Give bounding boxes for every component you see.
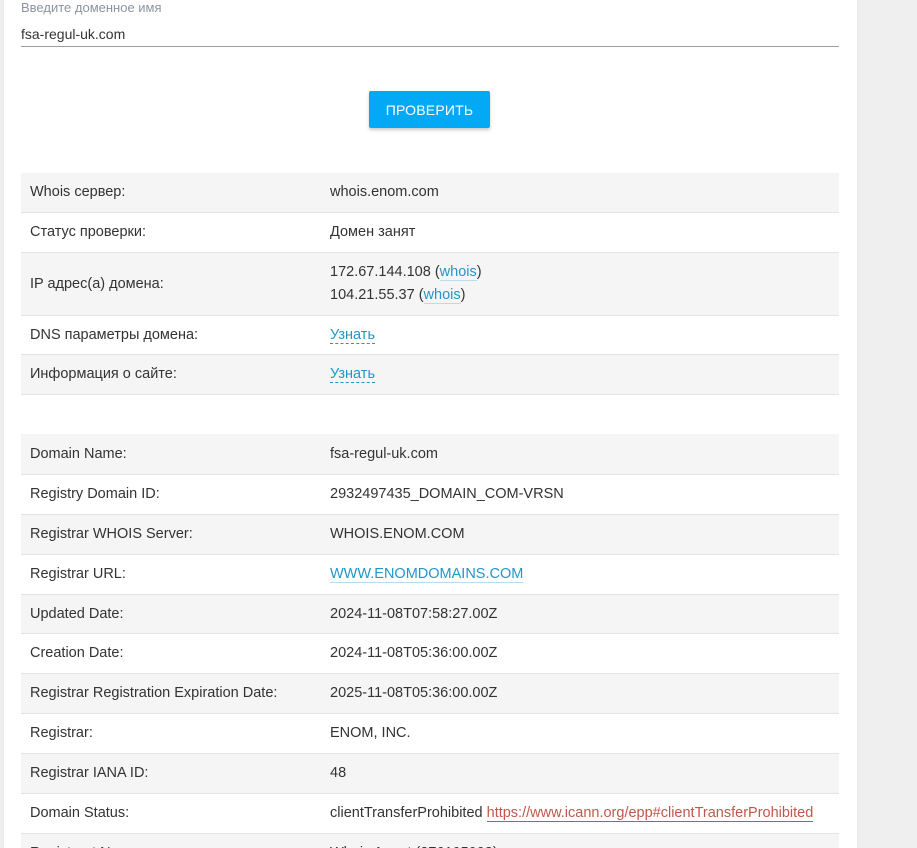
whois-row-value: Whois Agent (276105098) [321,833,839,848]
whois-row-label: Registrar Registration Expiration Date: [21,673,321,714]
whois-row-label: Creation Date: [21,633,321,674]
whois-row-label: Registrar: [21,713,321,754]
table-row: Creation Date: 2024-11-08T05:36:00.00Z [21,633,839,674]
ip-address: 172.67.144.108 [330,263,431,280]
table-row: Registrar Registration Expiration Date: … [21,673,839,714]
summary-table: Whois сервер: whois.enom.com Статус пров… [21,173,839,395]
whois-row-label: Registrar IANA ID: [21,753,321,794]
ip-value: 172.67.144.108 (whois) 104.21.55.37 (who… [321,252,839,316]
status-value: Домен занят [321,212,839,253]
ip-entry: 104.21.55.37 (whois) [330,286,466,304]
site-info-link[interactable]: Узнать [330,366,375,383]
ip-whois-link[interactable]: whois [423,286,461,304]
table-row: Registrar URL: WWW.ENOMDOMAINS.COM [21,554,839,595]
ip-entry: 172.67.144.108 (whois) [330,263,482,281]
table-row: Статус проверки: Домен занят [21,212,839,253]
table-row: Registrar: ENOM, INC. [21,713,839,754]
table-row: Registry Domain ID: 2932497435_DOMAIN_CO… [21,474,839,515]
whois-row-label: Registrar URL: [21,554,321,595]
table-row: IP адрес(а) домена: 172.67.144.108 (whoi… [21,252,839,316]
whois-row-label: Domain Status: [21,793,321,834]
dns-link[interactable]: Узнать [330,326,375,344]
table-row: Domain Status: clientTransferProhibited … [21,793,839,834]
whois-row-value: fsa-regul-uk.com [321,434,839,475]
whois-server-label: Whois сервер: [21,173,321,213]
domain-input[interactable] [21,22,839,47]
ip-whois-link[interactable]: whois [439,263,477,281]
whois-table: Domain Name: fsa-regul-uk.com Registry D… [21,434,839,848]
whois-row-value: 2025-11-08T05:36:00.00Z [321,673,839,714]
table-row: DNS параметры домена: Узнать [21,315,839,355]
ip-address: 104.21.55.37 [330,286,415,303]
whois-row-value: WHOIS.ENOM.COM [321,514,839,555]
whois-card: Введите доменное имя ПРОВЕРИТЬ Whois сер… [4,0,857,848]
domain-status-link[interactable]: https://www.icann.org/epp#clientTransfer… [486,805,814,822]
table-row: Registrant Name: Whois Agent (276105098) [21,833,839,848]
whois-server-value: whois.enom.com [321,173,839,213]
whois-row-label: Updated Date: [21,594,321,634]
whois-row-value: ENOM, INC. [321,713,839,754]
whois-row-value: 2932497435_DOMAIN_COM-VRSN [321,474,839,515]
whois-row-label: Registrant Name: [21,833,321,848]
registrar-url-link[interactable]: WWW.ENOMDOMAINS.COM [330,566,524,583]
whois-row-label: Registrar WHOIS Server: [21,514,321,555]
table-row: Whois сервер: whois.enom.com [21,173,839,213]
ip-label: IP адрес(а) домена: [21,252,321,316]
whois-row-label: Registry Domain ID: [21,474,321,515]
table-row: Registrar IANA ID: 48 [21,753,839,794]
whois-row-value: 2024-11-08T07:58:27.00Z [321,594,839,634]
table-row: Registrar WHOIS Server: WHOIS.ENOM.COM [21,514,839,555]
table-row: Domain Name: fsa-regul-uk.com [21,434,839,475]
table-row: Updated Date: 2024-11-08T07:58:27.00Z [21,594,839,634]
whois-row-label: Domain Name: [21,434,321,475]
check-button[interactable]: ПРОВЕРИТЬ [369,91,490,128]
table-row: Информация о сайте: Узнать [21,354,839,395]
status-label: Статус проверки: [21,212,321,253]
dns-label: DNS параметры домена: [21,315,321,355]
domain-status-value: clientTransferProhibited [330,805,483,821]
site-info-label: Информация о сайте: [21,354,321,395]
domain-field-label: Введите доменное имя [21,0,162,15]
whois-row-value: 2024-11-08T05:36:00.00Z [321,633,839,674]
whois-row-value: 48 [321,753,839,794]
